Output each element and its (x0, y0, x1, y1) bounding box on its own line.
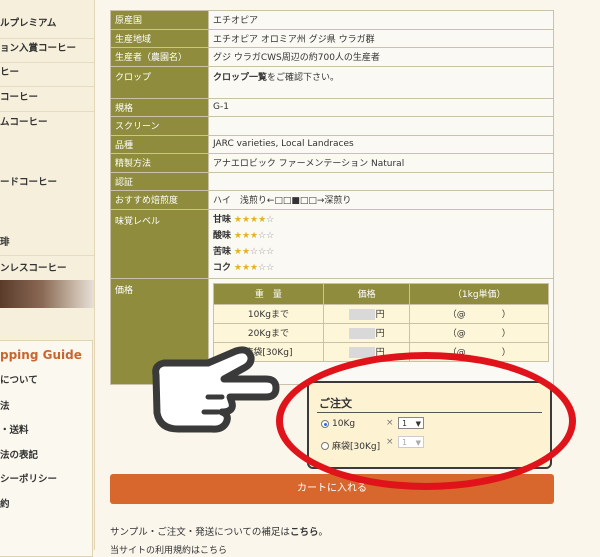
sidebar-item-coffee-beans[interactable]: 琲 (0, 234, 10, 252)
spec-row: 生産者（農園名） グジ ウラガCWS周辺の約700人の生産者 (110, 47, 554, 67)
sidebar-divider (0, 111, 94, 112)
taste-levels: 甘味 ★★★★☆ 酸味 ★★★☆☆ 苦味 ★★☆☆☆ コク ★★★☆☆ (208, 208, 554, 279)
sidebar-divider (0, 38, 94, 39)
product-spec-table: 原産国 エチオピア 生産地域 エチオピア オロミア州 グジ県 ウラガ群 生産者（農園… (110, 10, 554, 385)
spec-row-taste: 味覚レベル 甘味 ★★★★☆ 酸味 ★★★☆☆ 苦味 ★★☆☆☆ コク ★★★☆… (110, 208, 554, 279)
shopping-item-legal[interactable]: 法の表記 (0, 449, 38, 463)
crop-list-suffix: をご確認下さい。 (267, 72, 340, 83)
spec-row: 原産国 エチオピア (110, 10, 554, 30)
sidebar-divider (0, 255, 94, 256)
spec-value (208, 116, 554, 136)
spec-key: クロップ (110, 65, 209, 99)
redacted-price (348, 309, 375, 320)
shopping-item-shipping[interactable]: ・送料 (0, 424, 29, 438)
spec-value: アナエロビック ファーメンテーション Natural (208, 153, 554, 173)
shopping-item-privacy[interactable]: シーポリシー (0, 473, 57, 487)
price-row: 10Kgまで 円 （@ ） (213, 303, 549, 324)
spec-key: 認証 (110, 171, 209, 191)
taste-row-bitter: 苦味 ★★☆☆☆ (213, 244, 549, 260)
price-weight: 20Kgまで (213, 322, 324, 343)
sidebar-item-coffee[interactable]: ヒー (0, 64, 19, 82)
spec-value: エチオピア オロミア州 グジ県 ウラガ群 (208, 28, 554, 48)
price-value: 円 (322, 322, 411, 343)
spec-value: ハイ 浅煎り←□□■□□→深煎り (208, 190, 554, 210)
shopping-guide-title: pping Guide (0, 348, 82, 362)
sidebar-item-premium[interactable]: ルプレミアム (0, 15, 56, 33)
spec-key: スクリーン (110, 116, 209, 136)
sidebar-banner[interactable] (0, 280, 94, 308)
spec-value: JARC varieties, Local Landraces (208, 134, 554, 154)
taste-row-acid: 酸味 ★★★☆☆ (213, 228, 549, 244)
spec-row: 規格 G-1 (110, 97, 554, 117)
price-unit: （@ ） (409, 322, 549, 343)
spec-value: グジ ウラガCWS周辺の約700人の生産者 (208, 47, 554, 67)
star-rating-icon: ★★★☆☆ (233, 230, 275, 241)
star-rating-icon: ★★☆☆☆ (233, 246, 275, 257)
spec-row: 品種 JARC varieties, Local Landraces (110, 134, 554, 154)
note-link[interactable]: こちら (290, 527, 319, 538)
sidebar-item-coffee-2[interactable]: コーヒー (0, 89, 38, 107)
sidebar-divider (0, 62, 94, 63)
spec-row: 認証 (110, 171, 554, 191)
spec-key: 精製方法 (110, 153, 209, 173)
price-header-unit: （1kg単価） (409, 282, 549, 305)
highlight-circle (276, 352, 576, 490)
spec-key: おすすめ焙煎度 (110, 190, 209, 210)
star-rating-icon: ★★★★☆ (233, 214, 275, 225)
price-value: 円 (322, 303, 411, 324)
price-unit: （@ ） (409, 303, 549, 324)
price-weight: 10Kgまで (213, 303, 324, 324)
spec-row: おすすめ焙煎度 ハイ 浅煎り←□□■□□→深煎り (110, 190, 554, 210)
left-sidebar: ルプレミアム ョン入賞コーヒー ヒー コーヒー ムコーヒー ードコーヒー 琲 ン… (0, 0, 95, 557)
taste-label: コク (213, 262, 232, 273)
price-header-weight: 重 量 (213, 282, 324, 305)
spec-value: クロップ一覧をご確認下さい。 (208, 65, 554, 99)
spec-value: G-1 (208, 97, 554, 117)
shopping-item-about[interactable]: について (0, 374, 38, 388)
spec-key: 生産者（農園名） (110, 47, 209, 67)
pointing-hand-icon (152, 346, 280, 433)
spec-key: 品種 (110, 134, 209, 154)
spec-row: 精製方法 アナエロビック ファーメンテーション Natural (110, 153, 554, 173)
price-header-price: 価格 (322, 282, 411, 305)
sidebar-item-decaf[interactable]: ンレスコーヒー (0, 260, 67, 278)
taste-row-body: コク ★★★☆☆ (213, 260, 549, 276)
taste-label: 甘味 (213, 214, 232, 225)
shopping-item-payment[interactable]: 法 (0, 400, 10, 414)
taste-row-sweet: 甘味 ★★★★☆ (213, 212, 549, 228)
sidebar-item-blend-coffee[interactable]: ードコーヒー (0, 174, 57, 192)
sidebar-item-award[interactable]: ョン入賞コーヒー (0, 40, 76, 58)
order-note: サンプル・ご注文・発送についての補足はこちら。 (110, 527, 328, 538)
taste-label: 酸味 (213, 230, 232, 241)
spec-key-taste: 味覚レベル (110, 208, 209, 279)
sidebar-item-premium-coffee[interactable]: ムコーヒー (0, 114, 48, 132)
star-rating-icon: ★★★☆☆ (233, 262, 275, 273)
crop-list-link[interactable]: クロップ一覧 (213, 73, 267, 83)
taste-label: 苦味 (213, 246, 232, 257)
spec-value: エチオピア (208, 10, 554, 30)
spec-value (208, 171, 554, 191)
spec-key: 規格 (110, 97, 209, 117)
redacted-price (348, 328, 375, 339)
sidebar-divider (0, 86, 94, 87)
shopping-item-terms[interactable]: 約 (0, 498, 10, 512)
spec-row: 生産地域 エチオピア オロミア州 グジ県 ウラガ群 (110, 28, 554, 48)
spec-key: 原産国 (110, 10, 209, 30)
price-row: 20Kgまで 円 （@ ） (213, 322, 549, 343)
spec-row: スクリーン (110, 116, 554, 136)
spec-key: 生産地域 (110, 28, 209, 48)
spec-row: クロップ クロップ一覧をご確認下さい。 (110, 65, 554, 99)
